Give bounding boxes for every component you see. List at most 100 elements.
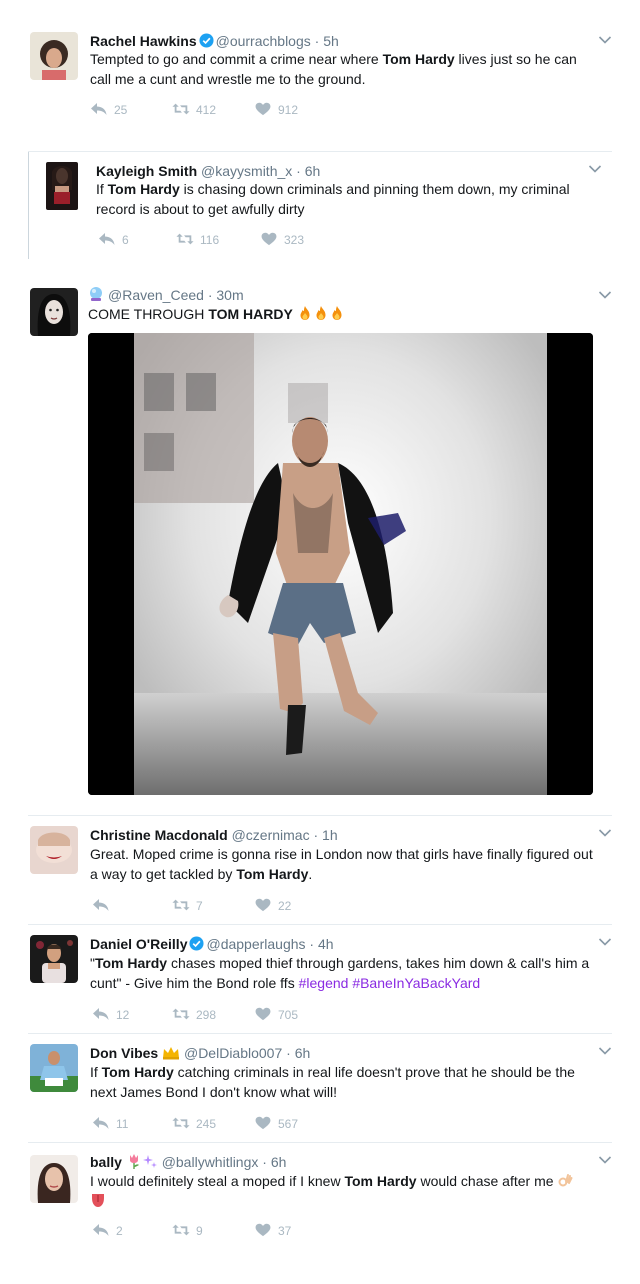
retweet-button[interactable]: 9 bbox=[172, 1223, 203, 1239]
hashtag-link[interactable]: #legend bbox=[299, 975, 349, 991]
separator: · bbox=[282, 1045, 295, 1061]
timestamp[interactable]: 30m bbox=[216, 287, 243, 303]
user-handle[interactable]: @dapperlaughs bbox=[206, 936, 305, 952]
like-icon bbox=[254, 1223, 272, 1237]
tweet[interactable]: Rachel Hawkins @ourrachblogs · 5h Tempted… bbox=[0, 0, 640, 140]
tweet-actions: 25 412 912 bbox=[90, 102, 390, 118]
timestamp[interactable]: 1h bbox=[322, 827, 338, 843]
display-name[interactable]: Rachel Hawkins bbox=[90, 33, 197, 49]
display-name[interactable]: Christine Macdonald bbox=[90, 827, 228, 843]
retweet-button[interactable]: 298 bbox=[172, 1007, 216, 1023]
display-name[interactable]: Don Vibes bbox=[90, 1045, 158, 1061]
tweet-text: I would definitely steal a moped if I kn… bbox=[90, 1171, 590, 1211]
timestamp[interactable]: 6h bbox=[271, 1154, 287, 1170]
text-segment: If bbox=[90, 1064, 102, 1080]
retweet-button[interactable]: 7 bbox=[172, 898, 203, 914]
avatar[interactable] bbox=[30, 826, 78, 874]
retweet-count: 412 bbox=[196, 103, 217, 117]
verified-badge-icon bbox=[189, 936, 204, 951]
avatar[interactable] bbox=[30, 935, 78, 983]
tweet[interactable]: Christine Macdonald @czernimac · 1h Grea… bbox=[0, 816, 640, 924]
text-segment: Great. Moped crime is gonna rise in Lond… bbox=[90, 846, 593, 882]
avatar[interactable] bbox=[30, 1044, 78, 1092]
like-button[interactable]: 37 bbox=[254, 1223, 291, 1239]
reply-icon bbox=[92, 1007, 110, 1021]
separator: · bbox=[203, 287, 217, 303]
user-handle[interactable]: @ourrachblogs bbox=[216, 33, 311, 49]
like-button[interactable]: 323 bbox=[260, 232, 304, 248]
timestamp[interactable]: 6h bbox=[295, 1045, 311, 1061]
chevron-down-icon[interactable] bbox=[598, 828, 612, 838]
text-segment: Tempted to go and commit a crime near wh… bbox=[90, 51, 383, 67]
reply-icon bbox=[92, 1116, 110, 1130]
reply-button[interactable]: 11 bbox=[92, 1116, 128, 1132]
retweet-count: 7 bbox=[196, 899, 203, 913]
reply-button[interactable]: 6 bbox=[98, 232, 129, 248]
reply-icon bbox=[92, 898, 110, 912]
avatar[interactable] bbox=[30, 288, 78, 336]
like-count: 22 bbox=[278, 899, 292, 913]
tongue-emoji bbox=[92, 1194, 104, 1207]
retweet-button[interactable]: 116 bbox=[176, 232, 219, 248]
reply-button[interactable]: 2 bbox=[92, 1223, 123, 1239]
timestamp[interactable]: 4h bbox=[318, 936, 334, 952]
like-icon bbox=[260, 232, 278, 246]
avatar[interactable] bbox=[46, 162, 78, 210]
like-icon bbox=[254, 102, 272, 116]
reply-button[interactable] bbox=[92, 898, 116, 914]
text-highlight: Tom Hardy bbox=[382, 51, 455, 67]
tweet-text: If Tom Hardy catching criminals in real … bbox=[90, 1062, 600, 1102]
display-name[interactable]: Kayleigh Smith bbox=[96, 163, 197, 179]
text-highlight: Tom Hardy bbox=[94, 955, 168, 971]
timestamp[interactable]: 6h bbox=[305, 163, 321, 179]
avatar[interactable] bbox=[30, 32, 78, 80]
chevron-down-icon[interactable] bbox=[588, 164, 602, 174]
retweet-icon bbox=[172, 1116, 190, 1130]
retweet-icon bbox=[176, 232, 194, 246]
tweet[interactable]: bally @ballywhitlingx · 6h I would defin… bbox=[0, 1143, 640, 1263]
gif-media[interactable] bbox=[88, 333, 593, 795]
user-handle[interactable]: @kayysmith_x bbox=[201, 163, 292, 179]
like-button[interactable]: 705 bbox=[254, 1007, 298, 1023]
like-button[interactable]: 22 bbox=[254, 898, 291, 914]
user-handle[interactable]: @czernimac bbox=[232, 827, 310, 843]
reply-icon bbox=[92, 1223, 110, 1237]
chevron-down-icon[interactable] bbox=[598, 937, 612, 947]
reply-button[interactable]: 25 bbox=[90, 102, 127, 118]
text-highlight: Tom Hardy bbox=[107, 181, 180, 197]
separator: · bbox=[258, 1154, 271, 1170]
timestamp[interactable]: 5h bbox=[323, 33, 339, 49]
tweet-text: If Tom Hardy is chasing down criminals a… bbox=[96, 179, 586, 219]
chevron-down-icon[interactable] bbox=[598, 1155, 612, 1165]
like-button[interactable]: 567 bbox=[254, 1116, 298, 1132]
tweet-actions: 2 9 37 bbox=[92, 1223, 392, 1239]
display-name[interactable]: Daniel O'Reilly bbox=[90, 936, 187, 952]
crown-emoji bbox=[163, 1047, 180, 1060]
retweet-button[interactable]: 412 bbox=[172, 102, 216, 118]
retweet-count: 298 bbox=[196, 1008, 217, 1022]
chevron-down-icon[interactable] bbox=[598, 290, 612, 300]
chevron-down-icon[interactable] bbox=[598, 35, 612, 45]
separator: · bbox=[305, 936, 318, 952]
reply-button[interactable]: 12 bbox=[92, 1007, 129, 1023]
verified-badge-icon bbox=[199, 33, 214, 48]
reply-icon bbox=[98, 232, 116, 246]
retweet-icon bbox=[172, 898, 190, 912]
tweet[interactable]: Kayleigh Smith @kayysmith_x · 6h If Tom … bbox=[0, 150, 640, 262]
like-button[interactable]: 912 bbox=[254, 102, 298, 118]
display-name[interactable]: bally bbox=[90, 1154, 122, 1170]
user-handle[interactable]: @DelDiablo007 bbox=[184, 1045, 282, 1061]
user-handle[interactable]: @ballywhitlingx bbox=[162, 1154, 259, 1170]
text-highlight: TOM HARDY bbox=[208, 306, 293, 322]
hashtag-link[interactable]: #BaneInYaBackYard bbox=[352, 975, 480, 991]
chevron-down-icon[interactable] bbox=[598, 1046, 612, 1056]
tweet-actions: 7 22 bbox=[92, 898, 392, 914]
text-segment: would chase after me bbox=[416, 1173, 554, 1189]
retweet-button[interactable]: 245 bbox=[172, 1116, 216, 1132]
reply-count: 2 bbox=[116, 1224, 123, 1238]
user-handle[interactable]: @Raven_Ceed bbox=[108, 287, 204, 303]
tweet-text: COME THROUGH TOM HARDY bbox=[88, 304, 588, 324]
tweet[interactable]: Don Vibes @DelDiablo007 · 6h If Tom Hard… bbox=[0, 1034, 640, 1142]
tweet[interactable]: Daniel O'Reilly @dapperlaughs · 4h "Tom H… bbox=[0, 925, 640, 1033]
avatar[interactable] bbox=[30, 1155, 78, 1203]
